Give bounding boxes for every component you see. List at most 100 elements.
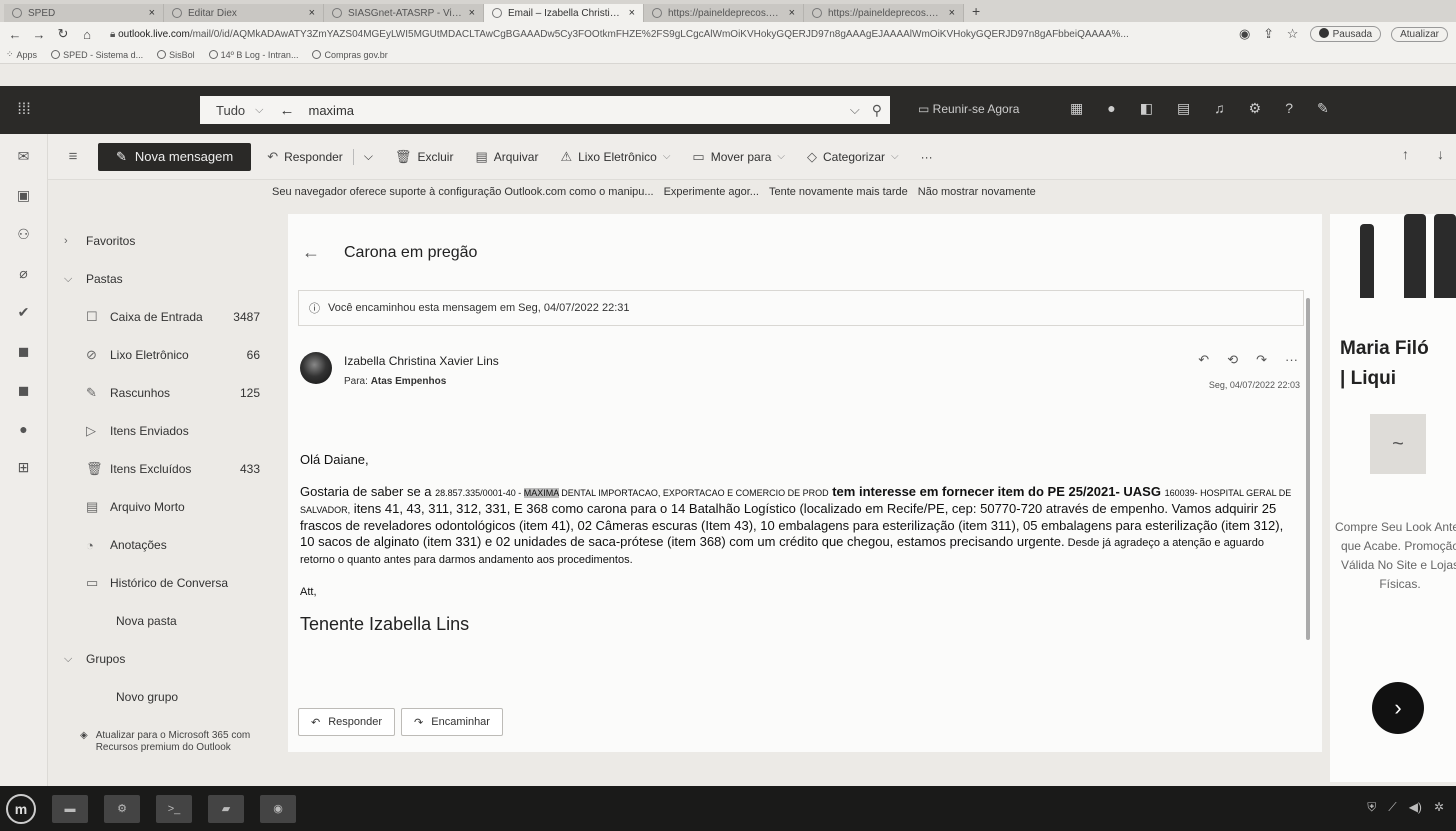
scrollbar[interactable] bbox=[1306, 298, 1310, 640]
update-button[interactable]: Atualizar bbox=[1391, 26, 1448, 42]
chevron-down-icon[interactable]: ⌵ bbox=[850, 102, 860, 118]
close-icon[interactable]: × bbox=[149, 7, 155, 19]
word-icon[interactable]: ◼ bbox=[18, 343, 30, 360]
back-arrow-icon[interactable]: ← bbox=[280, 102, 295, 119]
close-icon[interactable]: × bbox=[949, 7, 955, 19]
gear-icon[interactable]: ⚙ bbox=[1249, 100, 1262, 117]
ad-panel[interactable]: Maria Filó | Liqui ~ Compre Seu Look Ant… bbox=[1330, 214, 1456, 782]
meet-now-button[interactable]: ▭ Reunir-se Agora bbox=[918, 102, 1019, 116]
help-icon[interactable]: ? bbox=[1285, 100, 1293, 117]
folder-sent[interactable]: ▷ Itens Enviados bbox=[60, 412, 272, 450]
close-icon[interactable]: × bbox=[309, 7, 315, 19]
delete-button[interactable]: 🗑︎ Excluir bbox=[395, 149, 454, 165]
reply-button[interactable]: ↶ Responder bbox=[298, 708, 396, 736]
chevron-down-icon[interactable]: ⌵ bbox=[364, 149, 373, 164]
bookmark-item[interactable]: SPED - Sistema d... bbox=[51, 50, 143, 60]
browser-tab[interactable]: Editar Diex × bbox=[164, 4, 324, 22]
people-icon[interactable]: ⚇ bbox=[17, 226, 30, 243]
groups-section[interactable]: ⌵ Grupos bbox=[60, 640, 272, 678]
browser-tab[interactable]: https://paineldeprecos.plane × bbox=[644, 4, 804, 22]
try-later-link[interactable]: Tente novamente mais tarde bbox=[769, 186, 908, 198]
teams-icon[interactable]: ▦ bbox=[1070, 100, 1083, 117]
folder-deleted[interactable]: 🗑︎ Itens Excluídos 433 bbox=[60, 450, 272, 488]
apps-icon[interactable]: ⚙ bbox=[104, 794, 140, 823]
attachment-icon[interactable]: ⌀ bbox=[19, 265, 27, 282]
folders-section[interactable]: ⌵ Pastas bbox=[60, 260, 272, 298]
new-tab-button[interactable]: + bbox=[972, 3, 980, 19]
folder-inbox[interactable]: ☐ Caixa de Entrada 3487 bbox=[60, 298, 272, 336]
excel-icon[interactable]: ◼ bbox=[18, 382, 30, 399]
bookmark-item[interactable]: SisBol bbox=[157, 50, 195, 60]
sender-name[interactable]: Izabella Christina Xavier Lins bbox=[344, 354, 499, 368]
folder-drafts[interactable]: ✎ Rascunhos 125 bbox=[60, 374, 272, 412]
volume-icon[interactable]: ◀) bbox=[1409, 800, 1422, 815]
forward-button[interactable]: ↷ Encaminhar bbox=[401, 708, 503, 736]
arrow-down-icon[interactable]: ↓ bbox=[1437, 146, 1444, 162]
mail-icon[interactable]: ✉ bbox=[18, 148, 30, 165]
hamburger-menu-icon[interactable]: ≡ bbox=[48, 148, 98, 165]
search-input[interactable]: maxima bbox=[309, 103, 850, 118]
folder-archive[interactable]: ▤ Arquivo Morto bbox=[60, 488, 272, 526]
eye-icon[interactable]: ◉ bbox=[1238, 26, 1252, 42]
profile-button[interactable]: Pausada bbox=[1309, 26, 1382, 42]
close-icon[interactable]: × bbox=[629, 7, 635, 19]
ad-next-button[interactable]: › bbox=[1372, 682, 1424, 734]
forward-icon[interactable]: ↷ bbox=[1256, 352, 1267, 368]
megaphone-icon[interactable]: ✎ bbox=[1317, 100, 1329, 117]
chevron-down-icon[interactable]: ⌵ bbox=[255, 104, 263, 117]
browser-icon[interactable]: ◉ bbox=[260, 794, 296, 823]
bell-icon[interactable]: ♫ bbox=[1214, 100, 1225, 117]
browser-tab[interactable]: https://paineldeprecos.plan × bbox=[804, 4, 964, 22]
bookmark-item[interactable]: 14º B Log - Intran... bbox=[208, 50, 298, 60]
browser-tab[interactable]: SIASGnet-ATASRP - Visualiza× bbox=[324, 4, 484, 22]
reply-all-icon[interactable]: ⟲ bbox=[1227, 352, 1238, 368]
move-to-button[interactable]: ▭ Mover para ⌵ bbox=[692, 149, 785, 165]
search-box[interactable]: Tudo ⌵ ← maxima ⌵ ⚲ bbox=[200, 96, 890, 124]
search-scope[interactable]: Tudo bbox=[216, 103, 245, 118]
more-actions-button[interactable]: ··· bbox=[921, 150, 933, 164]
favorites-section[interactable]: › Favoritos bbox=[60, 222, 272, 260]
folder-icon[interactable]: ▰ bbox=[208, 794, 244, 823]
skype-icon[interactable]: ● bbox=[1107, 100, 1115, 117]
sender-avatar[interactable] bbox=[300, 352, 332, 384]
back-arrow-icon[interactable]: ← bbox=[302, 242, 320, 263]
browser-tab-active[interactable]: Email – Izabella Christina Xav× bbox=[484, 4, 644, 22]
back-icon[interactable]: ← bbox=[8, 27, 22, 42]
terminal-icon[interactable]: >_ bbox=[156, 794, 192, 823]
search-icon[interactable]: ⚲ bbox=[872, 102, 882, 119]
close-icon[interactable]: × bbox=[469, 7, 475, 19]
calendar-icon[interactable]: ▣ bbox=[17, 187, 30, 204]
recipient-name[interactable]: Atas Empenhos bbox=[371, 376, 447, 387]
folder-notes[interactable]: ◔ Anotações bbox=[60, 526, 272, 564]
folder-history[interactable]: ▭ Histórico de Conversa bbox=[60, 564, 272, 602]
network-icon[interactable]: ⟋ bbox=[1388, 800, 1396, 815]
folder-junk[interactable]: ⊘ Lixo Eletrônico 66 bbox=[60, 336, 272, 374]
forward-icon[interactable]: → bbox=[32, 27, 46, 42]
feedback-icon[interactable]: ▤ bbox=[1177, 100, 1190, 117]
archive-button[interactable]: ▤ Arquivar bbox=[475, 149, 538, 165]
todo-icon[interactable]: ✔ bbox=[18, 304, 30, 321]
junk-button[interactable]: ⚠ Lixo Eletrônico ⌵ bbox=[560, 149, 670, 165]
onedrive-icon[interactable]: ● bbox=[19, 421, 27, 437]
reload-icon[interactable]: ↻ bbox=[56, 26, 70, 42]
url-field[interactable]: 🔒︎ outlook.live.com/mail/0/id/AQMkADAwAT… bbox=[104, 29, 1228, 40]
new-folder-link[interactable]: Nova pasta bbox=[60, 602, 272, 640]
home-icon[interactable]: ⌂ bbox=[80, 27, 94, 42]
new-group-link[interactable]: Novo grupo bbox=[60, 678, 272, 716]
arrow-up-icon[interactable]: ↑ bbox=[1402, 146, 1409, 162]
browser-tab[interactable]: SPED × bbox=[4, 4, 164, 22]
dont-show-link[interactable]: Não mostrar novamente bbox=[918, 186, 1036, 198]
start-menu-icon[interactable]: m bbox=[6, 793, 36, 824]
star-icon[interactable]: ☆ bbox=[1286, 26, 1300, 42]
bookmark-item[interactable]: Compras gov.br bbox=[312, 50, 388, 60]
new-message-button[interactable]: ✎ Nova mensagem bbox=[98, 142, 252, 171]
reply-icon[interactable]: ↶ bbox=[1198, 352, 1209, 368]
close-icon[interactable]: × bbox=[789, 7, 795, 19]
office-icon[interactable]: ◧ bbox=[1140, 100, 1153, 117]
apps-icon[interactable]: ⊞ bbox=[18, 459, 30, 476]
bookmark-apps[interactable]: ⁘ Apps bbox=[6, 49, 37, 60]
share-icon[interactable]: ⇪ bbox=[1262, 26, 1276, 42]
more-icon[interactable]: ··· bbox=[1285, 352, 1298, 368]
reply-button[interactable]: ↶ Responder bbox=[267, 149, 343, 165]
try-now-link[interactable]: Experimente agor... bbox=[664, 186, 759, 198]
